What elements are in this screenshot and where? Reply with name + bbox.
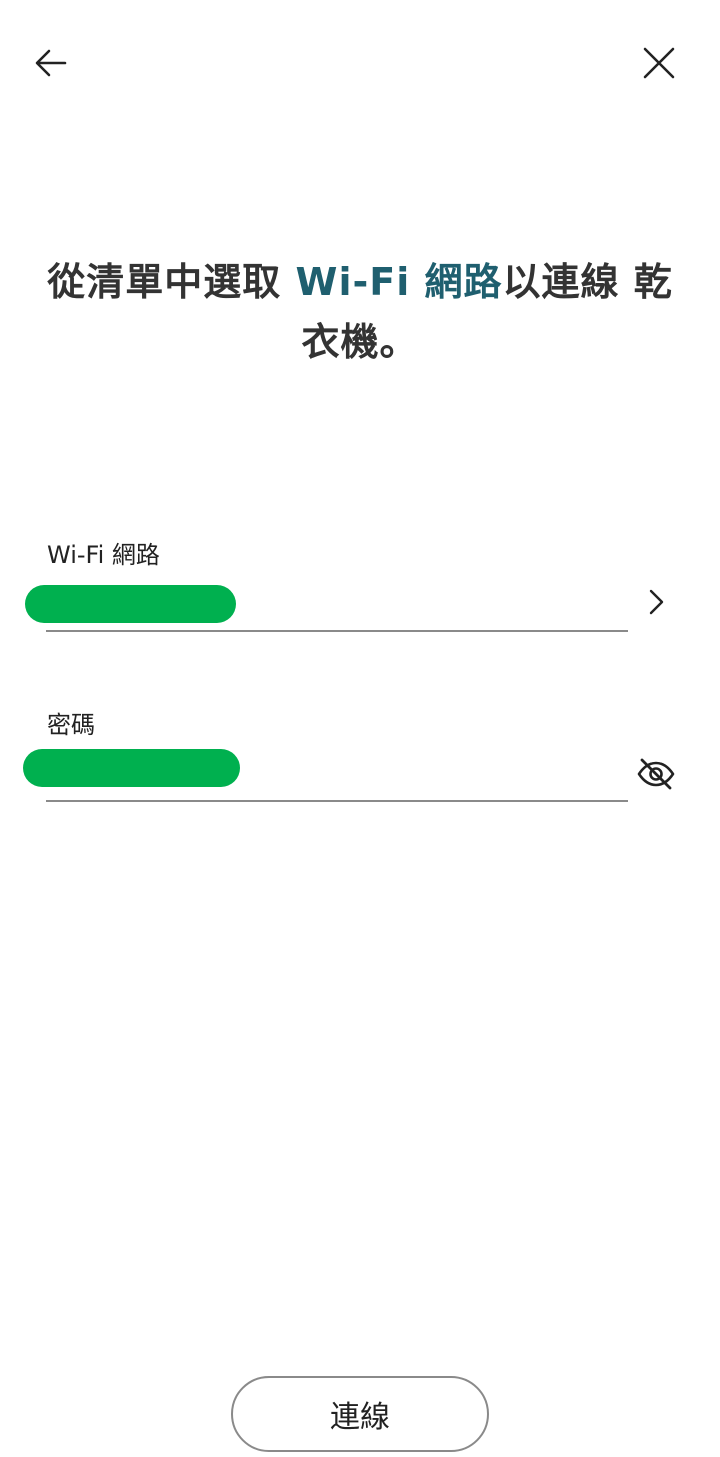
wifi-network-value[interactable] [25, 585, 236, 623]
toggle-password-visibility-button[interactable] [634, 752, 678, 796]
wifi-network-label: Wi-Fi 網路 [47, 541, 160, 569]
back-button[interactable] [21, 33, 81, 93]
title-accent-wifi: Wi-Fi 網路 [295, 260, 503, 304]
page-title: 從清單中選取 Wi-Fi 網路以連線 乾衣機。 [40, 252, 680, 372]
connect-button[interactable]: 連線 [231, 1376, 489, 1452]
wifi-network-underline [46, 630, 628, 632]
chevron-right-icon [649, 589, 664, 615]
close-icon [643, 47, 675, 79]
wifi-network-select-button[interactable] [636, 582, 676, 622]
eye-off-icon [637, 758, 675, 790]
password-label: 密碼 [47, 711, 95, 739]
password-input[interactable] [23, 749, 240, 787]
arrow-left-icon [35, 49, 67, 77]
password-underline [46, 800, 628, 802]
title-text-part1: 從清單中選取 [47, 260, 296, 304]
close-button[interactable] [629, 33, 689, 93]
